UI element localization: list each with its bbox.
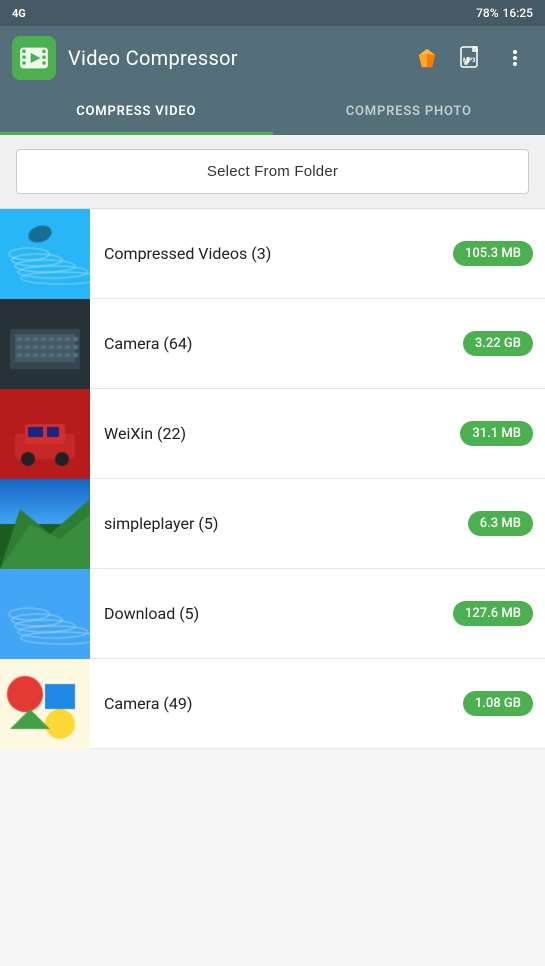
battery-indicator: 78% [476, 6, 498, 20]
folder-name: Compressed Videos (3) [104, 244, 439, 263]
folder-name: Camera (49) [104, 694, 449, 713]
app-logo [12, 36, 56, 80]
folder-info: Download (5) [90, 604, 453, 623]
select-folder-button[interactable]: Select From Folder [16, 149, 529, 194]
thumbnail-canvas [0, 209, 90, 299]
folder-size-badge: 6.3 MB [468, 511, 533, 536]
folder-info: simpleplayer (5) [90, 514, 468, 533]
app-title: Video Compressor [68, 46, 397, 70]
network-type: 4G [12, 7, 26, 20]
thumbnail-canvas [0, 659, 90, 749]
folder-thumbnail [0, 299, 90, 389]
time-display: 16:25 [503, 6, 533, 20]
folder-info: Camera (64) [90, 334, 463, 353]
folder-name: Download (5) [104, 604, 439, 623]
mp3-icon: MP3 [458, 45, 484, 71]
mp3-button[interactable]: MP3 [453, 40, 489, 76]
folder-info: Compressed Videos (3) [90, 244, 453, 263]
folder-size-badge: 31.1 MB [460, 421, 533, 446]
folder-thumbnail [0, 389, 90, 479]
folder-name: simpleplayer (5) [104, 514, 454, 533]
folder-size-badge: 1.08 GB [463, 691, 533, 716]
folder-item[interactable]: Camera (49) 1.08 GB [0, 659, 545, 749]
folder-thumbnail [0, 209, 90, 299]
folder-thumbnail [0, 569, 90, 659]
folder-list: Compressed Videos (3) 105.3 MB Camera (64)… [0, 209, 545, 749]
folder-thumbnail [0, 659, 90, 749]
folder-size-badge: 3.22 GB [463, 331, 533, 356]
folder-size-badge: 105.3 MB [453, 241, 533, 266]
select-folder-container: Select From Folder [0, 135, 545, 209]
gem-icon [415, 46, 439, 70]
folder-item[interactable]: Camera (64) 3.22 GB [0, 299, 545, 389]
thumbnail-canvas [0, 569, 90, 659]
thumbnail-canvas [0, 299, 90, 389]
folder-thumbnail [0, 479, 90, 569]
more-options-button[interactable] [497, 40, 533, 76]
thumbnail-canvas [0, 479, 90, 569]
folder-size-badge: 127.6 MB [453, 601, 533, 626]
folder-item[interactable]: simpleplayer (5) 6.3 MB [0, 479, 545, 569]
app-logo-icon [19, 43, 49, 73]
tab-compress-photo[interactable]: COMPRESS PHOTO [273, 90, 545, 133]
folder-item[interactable]: Compressed Videos (3) 105.3 MB [0, 209, 545, 299]
folder-info: Camera (49) [90, 694, 463, 713]
folder-item[interactable]: WeiXin (22) 31.1 MB [0, 389, 545, 479]
folder-name: Camera (64) [104, 334, 449, 353]
thumbnail-canvas [0, 389, 90, 479]
tab-compress-video[interactable]: COMPRESS VIDEO [0, 90, 273, 133]
folder-name: WeiXin (22) [104, 424, 446, 443]
header-actions: MP3 [409, 40, 533, 76]
app-header: Video Compressor MP3 [0, 26, 545, 90]
folder-item[interactable]: Download (5) 127.6 MB [0, 569, 545, 659]
gem-button[interactable] [409, 40, 445, 76]
folder-info: WeiXin (22) [90, 424, 460, 443]
more-options-icon [505, 48, 525, 68]
status-bar: 4G 78% 16:25 [0, 0, 545, 26]
tab-bar: COMPRESS VIDEO COMPRESS PHOTO [0, 90, 545, 135]
